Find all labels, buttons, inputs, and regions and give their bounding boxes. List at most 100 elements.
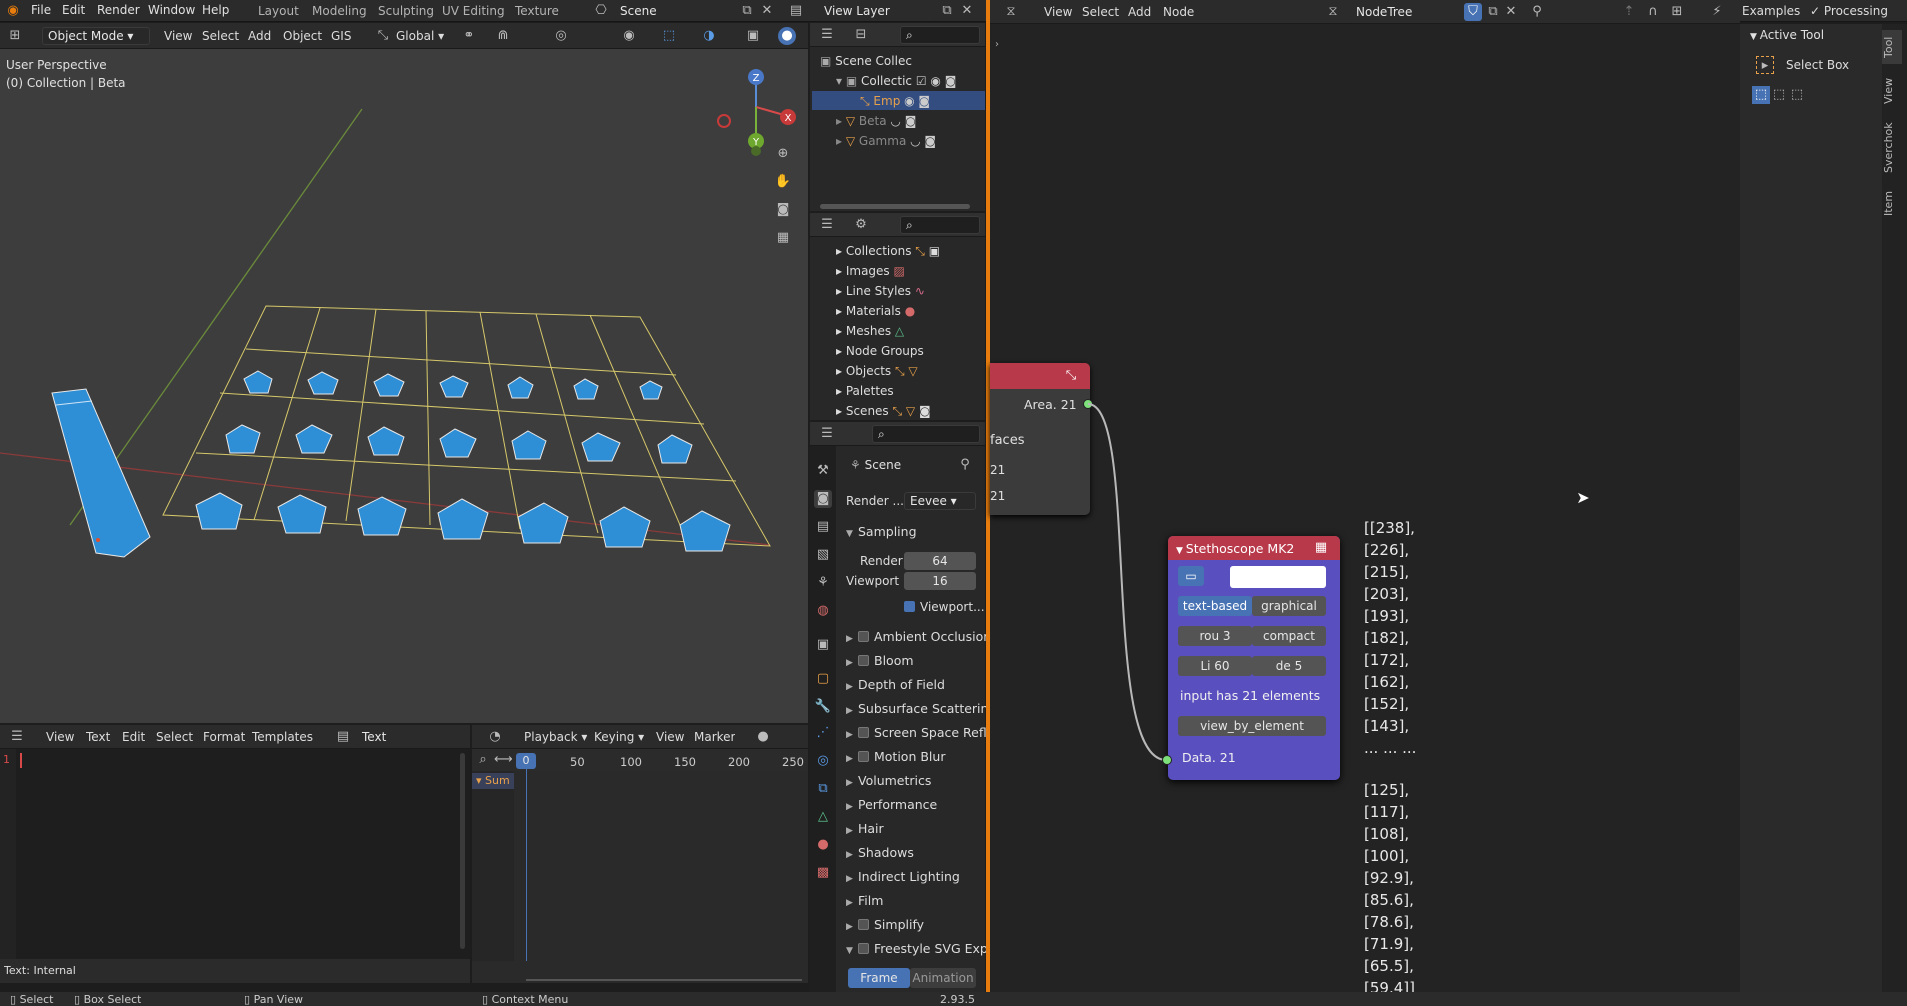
browser-item-node-groups[interactable]: ▸ Node Groups xyxy=(836,342,996,360)
transform-orientation-icon[interactable]: ⤡ xyxy=(374,27,392,45)
browser-item-meshes[interactable]: ▸ Meshes △ xyxy=(836,322,996,340)
mode-dropdown[interactable]: Object Mode ▾ xyxy=(42,27,150,45)
xray-icon[interactable]: ▣ xyxy=(744,27,762,45)
node-sidebar[interactable] xyxy=(1740,24,1882,992)
browser-item-scenes[interactable]: ▸ Scenes ⤡ ▽ ◙ xyxy=(836,402,996,420)
browser-item-line-styles[interactable]: ▸ Line Styles ∿ xyxy=(836,282,996,300)
text-menu-templates[interactable]: Templates xyxy=(252,730,313,744)
data-tab-icon[interactable]: △ xyxy=(814,808,832,826)
menu-help[interactable]: Help xyxy=(202,3,229,17)
browser-item-materials[interactable]: ▸ Materials ● xyxy=(836,302,996,320)
browser-item-collections[interactable]: ▸ Collections ⤡ ▣ xyxy=(836,242,996,260)
render-samples-field[interactable]: 64 xyxy=(904,552,976,570)
lines-field[interactable]: Li 60 xyxy=(1178,656,1252,676)
section-shadows[interactable]: ▶ Shadows xyxy=(846,843,986,863)
object-tab-icon[interactable]: ▢ xyxy=(814,670,832,688)
visibility-icon[interactable]: ◉ xyxy=(620,27,638,45)
viewport-3d[interactable]: ⊞ Object Mode ▾ View Select Add Object G… xyxy=(0,23,808,723)
transform-orientation-dropdown[interactable]: Global ▾ xyxy=(396,29,444,43)
depth-field[interactable]: de 5 xyxy=(1252,656,1326,676)
viewport-scene[interactable] xyxy=(0,49,808,723)
sidebar-tab-item[interactable]: Item xyxy=(1882,186,1902,220)
navigation-gizmo[interactable]: Z X Y xyxy=(712,63,808,159)
properties-editor-icon[interactable]: ☰ xyxy=(818,425,836,443)
select-box-tool-icon[interactable]: ▸ xyxy=(1756,56,1774,74)
timeline-view-menu[interactable]: View xyxy=(656,730,684,744)
unlink-node-tree-icon[interactable]: ✕ xyxy=(1502,3,1520,21)
section-ambient-occlusion[interactable]: ▶ Ambient Occlusion xyxy=(846,627,991,647)
node-menu-add[interactable]: Add xyxy=(1128,5,1151,19)
texture-tab-icon[interactable]: ▩ xyxy=(814,864,832,882)
section-bloom[interactable]: ▶ Bloom xyxy=(846,651,986,671)
proportional-edit-icon[interactable]: ◎ xyxy=(552,27,570,45)
node-menu-node[interactable]: Node xyxy=(1163,5,1194,19)
section-hair[interactable]: ▶ Hair xyxy=(846,819,986,839)
sidebar-tab-view[interactable]: View xyxy=(1882,74,1902,108)
camera-icon[interactable]: ◙ xyxy=(774,201,792,219)
monitor-toggle-icon[interactable]: ▭ xyxy=(1178,566,1204,586)
delete-view-layer-icon[interactable]: ✕ xyxy=(958,2,976,20)
data-input-socket[interactable] xyxy=(1162,755,1172,765)
text-menu-format[interactable]: Format xyxy=(203,730,245,744)
outliner-search-input[interactable]: ⌕ xyxy=(900,26,980,44)
section-subsurface-scattering[interactable]: ▶ Subsurface Scattering xyxy=(846,699,996,719)
node-options-icon[interactable]: ▦ xyxy=(1312,539,1330,557)
section-performance[interactable]: ▶ Performance xyxy=(846,795,986,815)
section-indirect-lighting[interactable]: ▶ Indirect Lighting xyxy=(846,867,986,887)
text-editor[interactable]: ☰ View Text Edit Select Format Templates… xyxy=(0,725,470,983)
perspective-toggle-icon[interactable]: ▦ xyxy=(774,229,792,247)
timeline-editor-icon[interactable]: ◔ xyxy=(486,728,504,746)
collection-tab-icon[interactable]: ▣ xyxy=(814,636,832,654)
display-mode-icon[interactable]: ⚙ xyxy=(852,216,870,234)
select-mode-subtract-icon[interactable]: ⬚ xyxy=(1788,86,1806,104)
node-tree-type-icon[interactable]: ⧖ xyxy=(1324,3,1342,21)
record-icon[interactable]: ● xyxy=(754,728,772,746)
pin-node-tree-icon[interactable]: ⚲ xyxy=(1528,3,1546,21)
text-menu-select[interactable]: Select xyxy=(156,730,193,744)
viewport-menu-add[interactable]: Add xyxy=(248,29,271,43)
processing-toggle[interactable]: ✓ Processing xyxy=(1810,4,1888,18)
data-browser-editor-icon[interactable]: ☰ xyxy=(818,216,836,234)
viewport-denoise-checkbox[interactable]: Viewport... xyxy=(904,600,985,614)
timeline-keying-menu[interactable]: Keying ▾ xyxy=(594,730,644,744)
menu-render[interactable]: Render xyxy=(97,3,140,17)
section-film[interactable]: ▶ Film xyxy=(846,891,986,911)
sidebar-tab-sverchok[interactable]: Sverchok xyxy=(1882,118,1902,178)
viewport-menu-object[interactable]: Object xyxy=(283,29,322,43)
pan-hand-icon[interactable]: ✋ xyxy=(774,173,792,191)
new-view-layer-icon[interactable]: ⧉ xyxy=(938,2,956,20)
blender-logo-icon[interactable]: ◉ xyxy=(4,2,22,20)
browser-item-objects[interactable]: ▸ Objects ⤡ ▽ xyxy=(836,362,996,380)
viewport-menu-view[interactable]: View xyxy=(164,29,192,43)
modifier-tab-icon[interactable]: 🔧 xyxy=(814,698,832,716)
physics-tab-icon[interactable]: ◎ xyxy=(814,752,832,770)
text-datablock-icon[interactable]: ▤ xyxy=(334,728,352,746)
shading-solid-icon[interactable]: ● xyxy=(778,27,796,45)
gizmo-toggle-icon[interactable]: ⬚ xyxy=(660,27,678,45)
timeline-scrollbar[interactable] xyxy=(526,979,802,981)
fake-user-shield-icon[interactable]: ⛉ xyxy=(1464,3,1482,21)
scene-field[interactable]: Scene xyxy=(614,2,736,20)
browser-item-palettes[interactable]: ▸ Palettes xyxy=(836,382,996,400)
snap-icon[interactable]: ⋒ xyxy=(494,27,512,45)
scene-tab-icon[interactable]: ⚘ xyxy=(814,574,832,592)
editor-type-icon[interactable]: ⊞ xyxy=(6,27,24,45)
rounding-field[interactable]: rou 3 xyxy=(1178,626,1252,646)
new-node-tree-icon[interactable]: ⧉ xyxy=(1484,3,1502,21)
outliner-scrollbar[interactable] xyxy=(820,204,970,209)
active-tool-panel-title[interactable]: ▼ Active Tool xyxy=(1750,28,1824,42)
viewport-samples-field[interactable]: 16 xyxy=(904,572,976,590)
node-menu-select[interactable]: Select xyxy=(1082,5,1119,19)
render-tab-icon[interactable]: ◙ xyxy=(814,490,832,508)
menu-file[interactable]: File xyxy=(31,3,51,17)
text-editor-type-icon[interactable]: ☰ xyxy=(8,728,26,746)
compact-toggle[interactable]: compact xyxy=(1252,626,1326,646)
section-volumetrics[interactable]: ▶ Volumetrics xyxy=(846,771,986,791)
section-freestyle-svg-export[interactable]: ▼ Freestyle SVG Expo xyxy=(846,939,996,959)
select-mode-extend-icon[interactable]: ⬚ xyxy=(1770,86,1788,104)
sverchok-icon[interactable]: ⚡ xyxy=(1708,3,1726,21)
timeline[interactable]: ◔ Playback ▾ Keying ▾ View Marker ● ⌕ ⟷ … xyxy=(472,725,808,983)
viewport-menu-gis[interactable]: GIS xyxy=(331,29,351,43)
stethoscope-node[interactable]: ▼ Stethoscope MK2 ▦ ▭ text-based graphic… xyxy=(1168,536,1340,780)
timeline-playback-menu[interactable]: Playback ▾ xyxy=(524,730,587,744)
